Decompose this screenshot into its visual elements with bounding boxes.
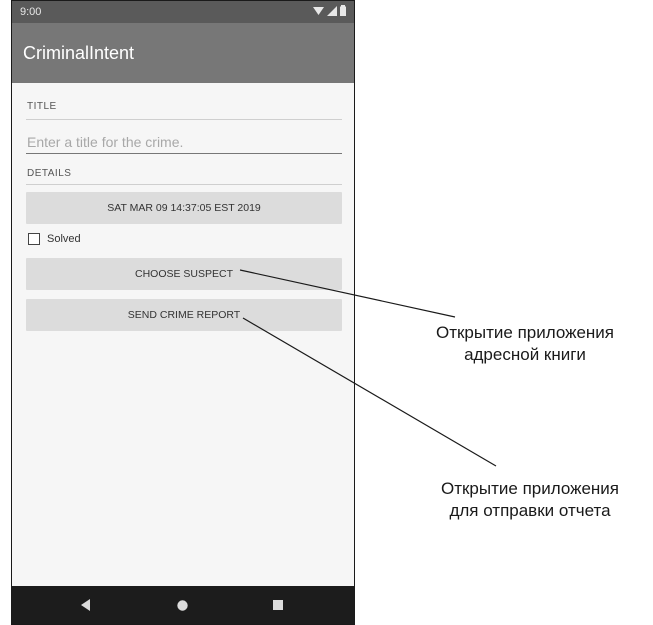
solved-checkbox[interactable]	[28, 233, 40, 245]
navigation-bar	[12, 586, 354, 624]
back-button[interactable]	[66, 586, 106, 624]
home-icon	[176, 599, 188, 611]
title-section-divider	[26, 119, 342, 120]
home-button[interactable]	[162, 586, 202, 624]
callout-line-2: для отправки отчета	[449, 501, 611, 520]
title-section-label: TITLE	[27, 101, 57, 112]
callout-line-1: Открытие приложения	[440, 479, 620, 498]
crime-form: TITLE DETAILS SAT MAR 09 14:37:05 EST 20…	[12, 83, 354, 588]
app-bar: CriminalIntent	[12, 23, 354, 83]
solved-label: Solved	[47, 233, 81, 245]
send-crime-report-button[interactable]: SEND CRIME REPORT	[26, 299, 342, 331]
status-icons	[313, 5, 346, 16]
choose-suspect-callout: Открытие приложения адресной книги	[400, 322, 650, 366]
battery-icon	[340, 5, 346, 16]
recents-icon	[273, 600, 283, 610]
recents-button[interactable]	[258, 586, 298, 624]
status-time: 9:00	[20, 6, 42, 18]
signal-icon	[327, 5, 337, 16]
solved-row[interactable]: Solved	[28, 233, 81, 245]
choose-suspect-button[interactable]: CHOOSE SUSPECT	[26, 258, 342, 290]
wifi-icon	[313, 6, 324, 15]
details-section-label: DETAILS	[27, 168, 72, 179]
phone-frame: 9:00 CriminalIntent TITLE DETAILS SAT MA…	[11, 0, 355, 625]
callout-line-2: адресной книги	[464, 345, 586, 364]
callout-line-1: Открытие приложения	[435, 323, 615, 342]
details-section-divider	[26, 184, 342, 185]
back-icon	[81, 599, 90, 611]
status-bar: 9:00	[12, 1, 354, 23]
crime-title-input[interactable]	[26, 130, 342, 154]
crime-date-button[interactable]: SAT MAR 09 14:37:05 EST 2019	[26, 192, 342, 224]
app-title: CriminalIntent	[23, 43, 135, 63]
send-report-callout: Открытие приложения для отправки отчета	[405, 478, 653, 522]
